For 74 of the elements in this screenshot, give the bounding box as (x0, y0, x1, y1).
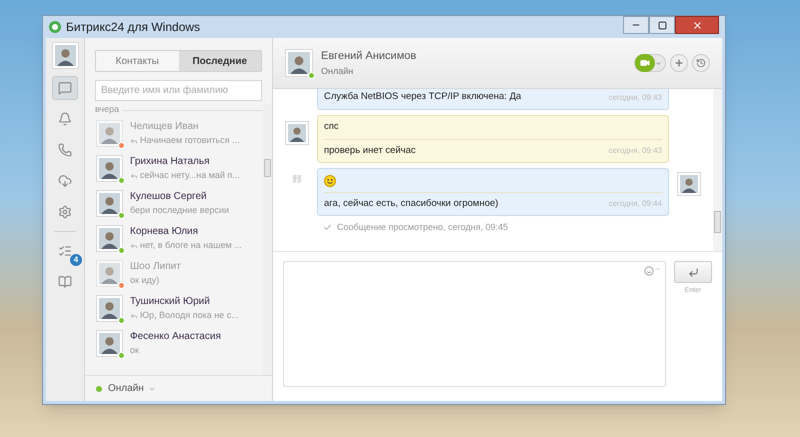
app-logo-icon (49, 21, 61, 33)
add-button[interactable] (670, 54, 688, 72)
plus-icon (674, 58, 684, 68)
contact-item[interactable]: Кулешов Сергей бери последние версии (85, 186, 263, 221)
contact-name: Шоо Липит (130, 260, 181, 274)
seen-status: Сообщение просмотрено, сегодня, 09:45 (337, 221, 508, 234)
contact-item[interactable]: Корнева Юлия нет, в блоге на нашем ... (85, 221, 263, 256)
chat-icon (58, 81, 72, 95)
list-icon (58, 244, 72, 258)
caret-icon (655, 266, 661, 272)
emoji-button[interactable] (644, 266, 661, 278)
message-preview: Начинаем готовиться ... (140, 134, 240, 148)
message-time: сегодня, 09:44 (608, 198, 662, 210)
message-input-field[interactable] (283, 261, 666, 387)
history-icon (696, 58, 706, 68)
caret-icon (655, 60, 662, 66)
contact-name: Тушинский Юрий (130, 295, 211, 310)
disk-icon (58, 174, 72, 188)
contact-avatar (96, 260, 123, 287)
message-preview: Юр, Володя пока не с... (140, 309, 239, 322)
contact-avatar (96, 330, 123, 357)
maximize-button[interactable] (649, 16, 675, 34)
contact-avatar (285, 121, 309, 145)
smiley-icon (644, 266, 654, 276)
status-selector[interactable]: Онлайн (108, 381, 156, 396)
book-icon (58, 275, 72, 289)
user-avatar (52, 42, 78, 69)
contact-item[interactable]: Грихина Наталья сейчас нету...на май п... (85, 151, 263, 186)
window-title: Битрикс24 для Windows (66, 19, 200, 36)
send-button[interactable] (674, 261, 712, 283)
contact-name: Грихина Наталья (130, 155, 211, 170)
contact-name: Корнева Юлия (130, 225, 200, 240)
contact-avatar (96, 190, 123, 217)
gear-icon (58, 205, 72, 219)
video-camera-icon (640, 58, 650, 68)
message-time: сегодня, 09:43 (608, 92, 662, 104)
history-button[interactable] (692, 54, 710, 72)
contact-name: Кулешов Сергей (130, 190, 208, 204)
contact-avatar (285, 49, 313, 77)
group-label: вчера (95, 103, 120, 116)
rail-button[interactable] (52, 76, 78, 100)
message-text: Служба NetBIOS через TCP/IP включена: Да (324, 90, 522, 104)
contact-avatar (96, 295, 123, 322)
message-preview: ок иду) (130, 274, 160, 288)
message-preview: сейчас нету...на май п... (140, 169, 240, 182)
user-avatar (677, 172, 701, 196)
message-text: спс (324, 120, 339, 134)
video-call-button[interactable] (634, 54, 666, 72)
message-text: проверь инет сейчас (324, 144, 416, 158)
contact-item[interactable]: Тушинский Юрий Юр, Володя пока не с... (85, 291, 263, 326)
contact-avatar (96, 225, 123, 252)
smiley-emoji-icon (324, 174, 336, 186)
chat-contact-name: Евгений Анисимов (321, 49, 416, 64)
message-time: сегодня, 09:43 (608, 145, 662, 157)
message-preview: ок (130, 344, 139, 358)
contacts-tab[interactable]: Последние (178, 51, 261, 71)
contact-name: Фесенко Анастасия (130, 330, 221, 344)
search-field[interactable]: Введите имя или фамилию (95, 80, 262, 101)
message-preview: бери последние версии (130, 204, 230, 218)
maximize-icon (658, 20, 666, 30)
message-preview: нет, в блоге на нашем ... (140, 239, 242, 252)
contact-item[interactable]: Фесенко Анастасия ок (85, 326, 263, 361)
notification-badge: 4 (70, 254, 82, 266)
bell-icon (58, 112, 72, 126)
return-icon (688, 266, 698, 278)
chat-contact-status: Онлайн (321, 64, 354, 78)
message-text: ага, сейчас есть, спасибочки огромное) (324, 196, 498, 211)
contact-avatar (96, 120, 123, 147)
phone-icon (58, 143, 72, 157)
close-button[interactable] (675, 16, 719, 34)
close-icon (692, 20, 702, 30)
contact-name: Челищев Иван (130, 120, 200, 134)
contact-avatar (96, 155, 123, 182)
check-icon (323, 223, 332, 232)
